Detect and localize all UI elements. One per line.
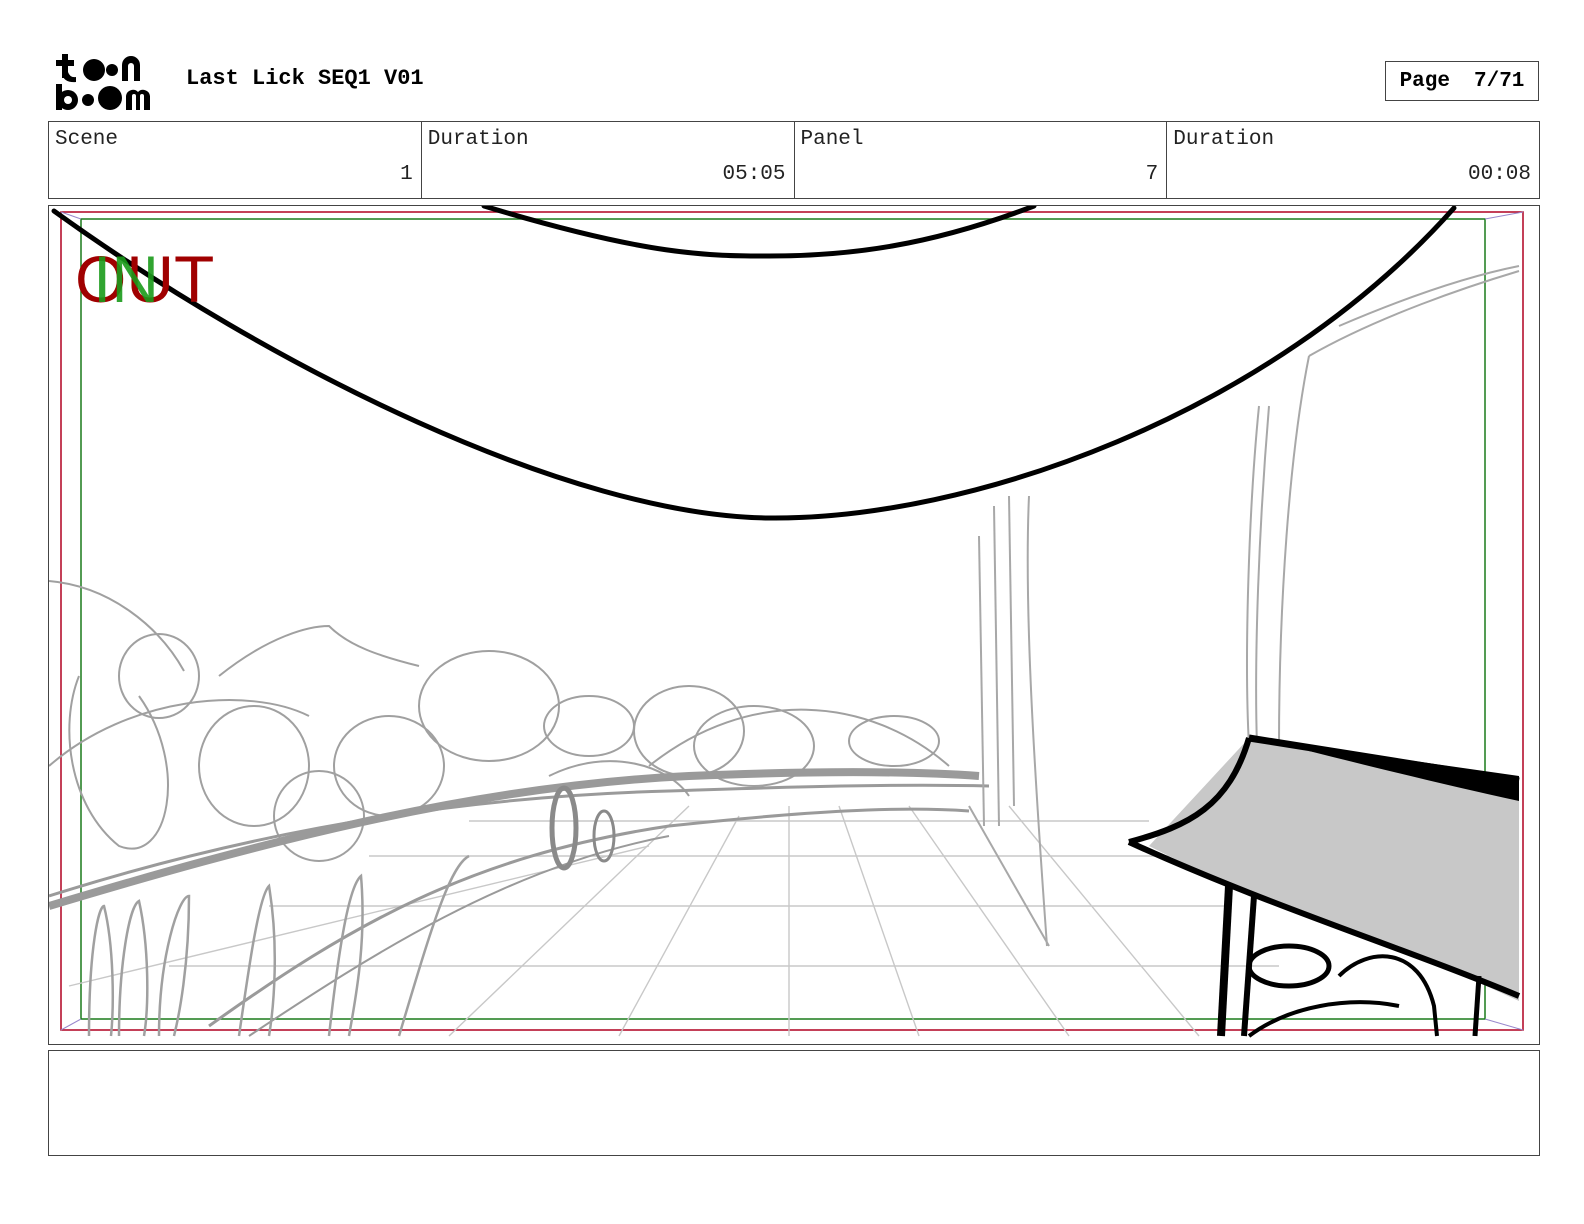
panel-cell: Panel 7 [795,122,1168,198]
storyboard-title: Last Lick SEQ1 V01 [186,66,424,91]
awning-stall [1127,734,1521,1038]
in-marker: IN [93,242,159,316]
grass-sketch [87,854,470,1037]
overhead-curves [51,206,1457,521]
scene-duration-value: 05:05 [722,163,786,186]
panel-value: 7 [1145,163,1159,186]
toon-boom-logo [52,50,164,112]
panel-notes-box [48,1050,1540,1156]
storyboard-panel-frame: OUT IN [48,205,1540,1045]
page-number: 7/71 [1474,69,1525,93]
page-indicator: Page 7/71 [1385,61,1539,101]
page-label: Page [1399,69,1450,93]
panel-duration-label: Duration [1173,128,1275,151]
panel-label: Panel [800,128,864,151]
bushes-sketch [49,580,950,862]
panel-info-table: Scene 1 Duration 05:05 Panel 7 Duration … [48,121,1540,199]
scene-cell: Scene 1 [49,122,422,198]
scene-value: 1 [400,163,413,186]
scene-duration-cell: Duration 05:05 [422,122,795,198]
panel-sketch: OUT IN [49,206,1524,1038]
scene-duration-label: Duration [427,128,529,151]
panel-duration-value: 00:08 [1467,163,1531,186]
panel-duration-cell: Duration 00:08 [1167,122,1539,198]
scene-label: Scene [55,128,119,151]
